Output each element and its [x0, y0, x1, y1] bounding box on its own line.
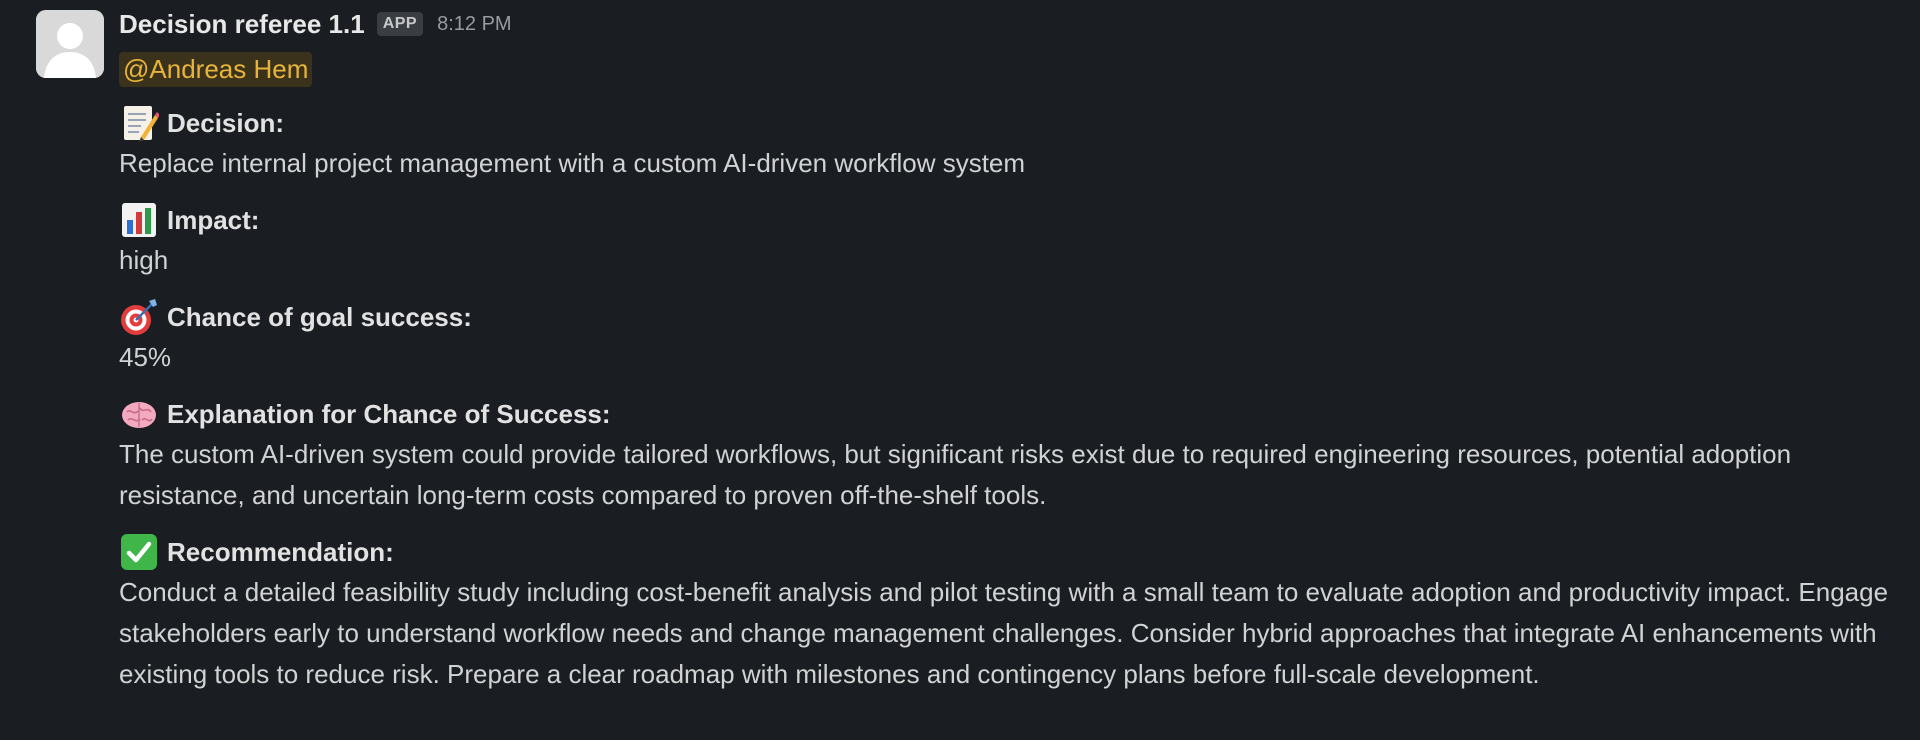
target-icon: [119, 297, 159, 337]
section-title: Impact:: [167, 204, 260, 235]
user-mention[interactable]: @Andreas Hem: [119, 52, 313, 87]
message-header: Decision referee 1.1 APP 8:12 PM: [119, 6, 1912, 42]
memo-icon: [119, 103, 160, 143]
section-body: Replace internal project management with…: [119, 148, 1026, 178]
chat-message: Decision referee 1.1 APP 8:12 PM @Andrea…: [0, 0, 1920, 740]
section-impact: Impact: high: [119, 200, 1912, 281]
section-decision: Decision: Replace internal project manag…: [119, 103, 1912, 184]
section-title: Chance of goal success:: [167, 301, 472, 332]
section-body: high: [119, 245, 169, 275]
timestamp[interactable]: 8:12 PM: [437, 13, 511, 36]
section-title: Explanation for Chance of Success:: [167, 398, 611, 429]
message-content: Decision referee 1.1 APP 8:12 PM @Andrea…: [119, 6, 1912, 695]
brain-icon: [119, 394, 159, 434]
user-silhouette-icon: [36, 10, 104, 78]
bar-chart-icon: [119, 200, 159, 240]
section-title: Decision:: [167, 107, 285, 138]
section-chance: Chance of goal success: 45%: [119, 297, 1912, 378]
avatar[interactable]: [36, 10, 104, 78]
section-title: Recommendation:: [167, 536, 394, 567]
section-explanation: Explanation for Chance of Success: The c…: [119, 394, 1912, 516]
app-badge: APP: [376, 12, 424, 36]
section-recommendation: Recommendation: Conduct a detailed feasi…: [119, 532, 1912, 695]
section-body: Conduct a detailed feasibility study inc…: [119, 577, 1889, 689]
section-body: 45%: [119, 342, 172, 372]
check-mark-icon: [119, 532, 159, 572]
sender-name[interactable]: Decision referee 1.1: [119, 9, 365, 40]
section-body: The custom AI-driven system could provid…: [119, 439, 1792, 510]
